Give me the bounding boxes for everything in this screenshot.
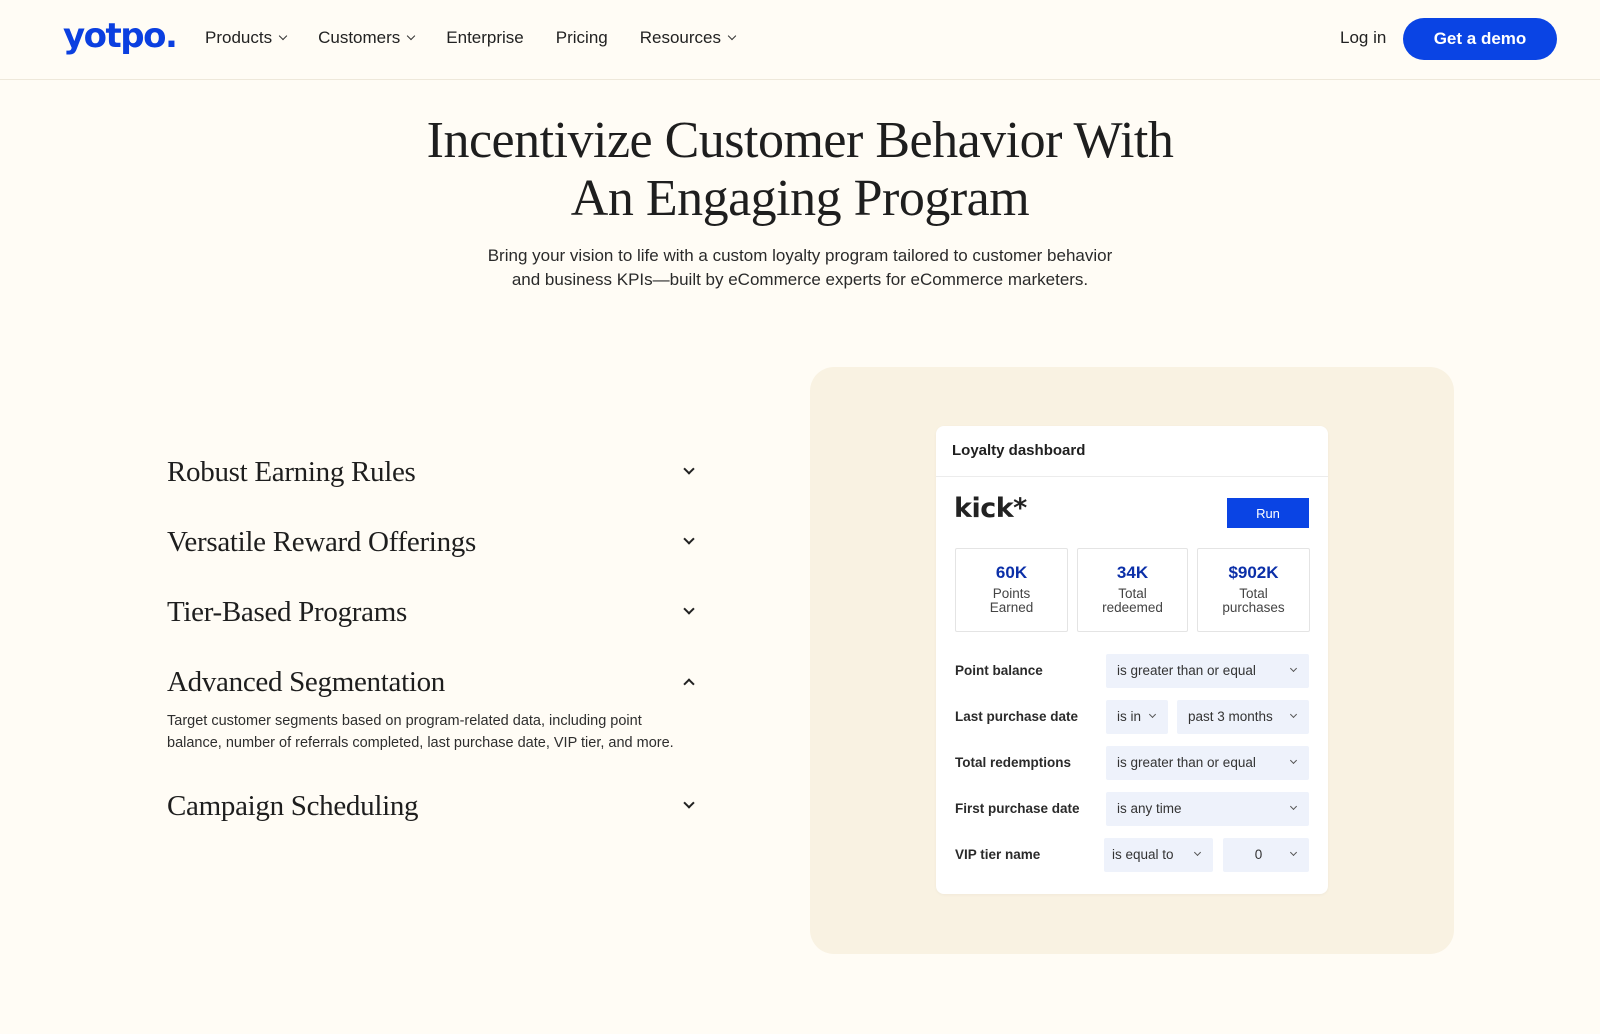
select-value: is greater than or equal — [1117, 755, 1256, 770]
nav-item-products[interactable]: Products — [205, 28, 288, 48]
stats-row: 60K Points Earned 34K Total redeemed $90… — [955, 548, 1310, 632]
nav-item-label: Enterprise — [446, 28, 524, 47]
accordion-header-tier-programs[interactable]: Tier-Based Programs — [167, 592, 697, 632]
nav-item-pricing[interactable]: Pricing — [556, 28, 608, 48]
chevron-down-icon — [727, 31, 737, 41]
stat-label: Total purchases — [1198, 587, 1309, 615]
accordion-title: Campaign Scheduling — [167, 789, 419, 822]
chevron-down-icon — [1289, 756, 1298, 765]
filter-label: VIP tier name — [955, 847, 1041, 862]
page-subtitle-line: and business KPIs—built by eCommerce exp… — [511, 270, 1089, 289]
accordion-title: Robust Earning Rules — [167, 455, 416, 488]
accordion-header-segmentation[interactable]: Advanced Segmentation — [167, 662, 697, 702]
stat-label: Points Earned — [956, 587, 1067, 615]
select-value: is in — [1117, 709, 1142, 724]
value-select[interactable]: 0 — [1223, 838, 1309, 872]
accordion-item: Versatile Reward Offerings — [167, 522, 697, 562]
select-value: is any time — [1117, 801, 1182, 816]
filter-label: Point balance — [955, 663, 1043, 678]
chevron-down-icon — [407, 31, 416, 41]
chevron-down-icon — [683, 797, 695, 809]
value-select[interactable]: past 3 months — [1177, 700, 1309, 734]
dashboard-title: Loyalty dashboard — [936, 426, 1328, 477]
accordion-item: Robust Earning Rules — [167, 452, 697, 492]
accordion-header-earning-rules[interactable]: Robust Earning Rules — [167, 452, 697, 492]
brand-logo: kick* — [954, 493, 1027, 524]
accordion-body: Target customer segments based on progra… — [167, 713, 674, 751]
accordion-header-reward-offerings[interactable]: Versatile Reward Offerings — [167, 522, 697, 562]
chevron-down-icon — [1289, 802, 1298, 811]
chevron-down-icon — [1148, 710, 1157, 719]
nav-item-resources[interactable]: Resources — [639, 28, 737, 48]
page-title-line: An Engaging Program — [570, 170, 1030, 227]
stat-label-line: purchases — [1222, 600, 1285, 615]
nav-item-label: Customers — [318, 28, 401, 47]
accordion-title: Versatile Reward Offerings — [167, 525, 476, 558]
stat-label-line: redeemed — [1102, 600, 1163, 615]
operator-select[interactable]: is greater than or equal — [1106, 746, 1309, 780]
stat-value: 60K — [995, 563, 1028, 582]
stat-card-total-purchases: $902K Total purchases — [1197, 548, 1310, 632]
nav-item-enterprise[interactable]: Enterprise — [446, 28, 523, 48]
stat-card-total-redeemed: 34K Total redeemed — [1077, 548, 1188, 632]
filter-row-point-balance: Point balance is greater than or equal — [955, 654, 1311, 688]
top-nav: yotpo. Products Customers Enterprise Pri… — [0, 0, 1600, 80]
chevron-down-icon — [1289, 664, 1298, 673]
stat-value: 34K — [1116, 563, 1149, 582]
nav-item-label: Resources — [639, 28, 721, 47]
nav-item-label: Products — [205, 28, 273, 47]
accordion-item: Advanced Segmentation Target customer se… — [167, 662, 697, 754]
accordion-header-campaign-scheduling[interactable]: Campaign Scheduling — [167, 786, 697, 826]
accordion-item: Tier-Based Programs — [167, 592, 697, 632]
nav-item-customers[interactable]: Customers — [318, 28, 416, 48]
chevron-down-icon — [683, 533, 695, 545]
chevron-down-icon — [683, 603, 695, 615]
accordion-title: Advanced Segmentation — [167, 665, 445, 698]
stat-label-line: Total — [1239, 586, 1268, 601]
loyalty-dashboard-card: Loyalty dashboard kick* Run 60K Points E… — [936, 426, 1328, 894]
page-subtitle-line: Bring your vision to life with a custom … — [487, 246, 1113, 265]
page-title-line: Incentivize Customer Behavior With — [426, 112, 1174, 169]
login-link[interactable]: Log in — [1340, 28, 1386, 48]
stat-label-line: Earned — [989, 600, 1034, 615]
filter-label: First purchase date — [955, 801, 1080, 816]
chevron-down-icon — [278, 31, 288, 41]
select-value: is greater than or equal — [1117, 663, 1256, 678]
operator-select[interactable]: is greater than or equal — [1106, 654, 1309, 688]
filter-row-first-purchase-date: First purchase date is any time — [955, 792, 1311, 826]
yotpo-logo[interactable]: yotpo. — [63, 16, 178, 56]
operator-select[interactable]: is equal to — [1104, 838, 1213, 872]
feature-accordion: Robust Earning Rules Versatile Reward Of… — [167, 452, 697, 826]
select-value: past 3 months — [1188, 709, 1273, 724]
accordion-title: Tier-Based Programs — [167, 595, 407, 628]
page-subtitle: Bring your vision to life with a custom … — [450, 244, 1150, 292]
nav-links: Products Customers Enterprise Pricing Re… — [205, 28, 767, 48]
chevron-up-icon — [683, 678, 695, 690]
stat-value: $902K — [1228, 563, 1279, 582]
stat-label: Total redeemed — [1078, 587, 1187, 615]
filter-label: Total redemptions — [955, 755, 1072, 770]
filter-row-vip-tier-name: VIP tier name is equal to 0 — [955, 838, 1311, 872]
filter-row-last-purchase-date: Last purchase date is in past 3 months — [955, 700, 1311, 734]
segment-filters: Point balance is greater than or equal L… — [955, 654, 1311, 884]
filter-label: Last purchase date — [955, 709, 1079, 724]
chevron-down-icon — [1193, 848, 1202, 857]
chevron-down-icon — [683, 463, 695, 475]
select-value: 0 — [1254, 847, 1263, 862]
stat-label-line: Total — [1118, 586, 1147, 601]
get-demo-button[interactable]: Get a demo — [1403, 18, 1557, 60]
select-value: is equal to — [1112, 847, 1174, 862]
page-title: Incentivize Customer Behavior With An En… — [300, 112, 1300, 228]
stat-label-line: Points — [992, 586, 1031, 601]
accordion-item: Campaign Scheduling — [167, 786, 697, 826]
operator-select[interactable]: is in — [1106, 700, 1168, 734]
chevron-down-icon — [1289, 710, 1298, 719]
chevron-down-icon — [1289, 848, 1298, 857]
filter-row-total-redemptions: Total redemptions is greater than or equ… — [955, 746, 1311, 780]
operator-select[interactable]: is any time — [1106, 792, 1309, 826]
stat-card-points-earned: 60K Points Earned — [955, 548, 1068, 632]
nav-item-label: Pricing — [555, 28, 608, 47]
run-button[interactable]: Run — [1227, 498, 1309, 528]
